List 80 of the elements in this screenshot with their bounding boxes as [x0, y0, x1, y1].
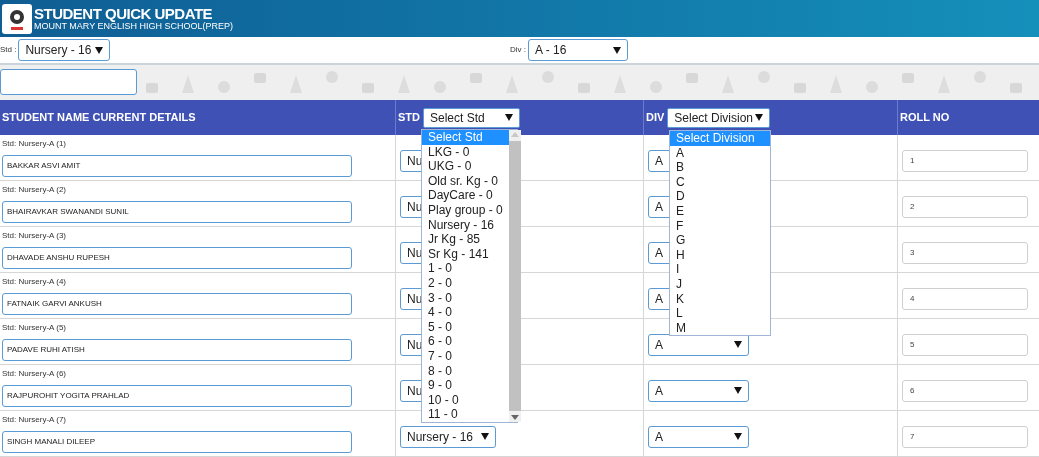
caret-icon — [505, 114, 513, 121]
roll-no-field[interactable]: 6 — [902, 379, 1028, 402]
column-header: ROLL NO — [900, 110, 950, 126]
dropdown-option[interactable]: 7 - 0 — [422, 348, 509, 364]
roll-no-field[interactable]: 1 — [902, 149, 1028, 172]
dropdown-option[interactable]: 5 - 0 — [422, 319, 509, 335]
student-details: Std: Nursery-A (1) — [2, 139, 67, 149]
dropdown-option[interactable]: 6 - 0 — [422, 334, 509, 349]
caret-icon — [95, 46, 104, 54]
roll-no-field[interactable]: 5 — [902, 333, 1028, 356]
caret-icon — [734, 433, 742, 440]
dropdown-option[interactable]: Nursery - 16 — [422, 217, 509, 233]
school-logo-icon — [2, 3, 32, 34]
roll-no-field[interactable]: 2 — [902, 195, 1028, 218]
dropdown-option[interactable]: UKG - 0 — [422, 159, 509, 174]
student-name-field[interactable]: BAKKAR ASVI AMIT — [2, 155, 352, 177]
filter-label: Div : — [510, 44, 526, 56]
dropdown-option[interactable]: K — [670, 291, 770, 307]
search-field[interactable] — [0, 69, 137, 95]
student-details: Std: Nursery-A (3) — [2, 231, 67, 241]
student-details: Std: Nursery-A (5) — [2, 323, 67, 333]
student-name-field[interactable]: SINGH MANALI DILEEP — [2, 431, 352, 453]
column-header: DIV — [646, 110, 665, 126]
dropdown-option[interactable]: Play group - 0 — [422, 202, 509, 218]
dropdown-option[interactable]: 11 - 0 — [422, 407, 509, 422]
roll-no-field[interactable]: 3 — [902, 241, 1028, 264]
student-details: Std: Nursery-A (6) — [2, 369, 67, 379]
filter-select[interactable]: A - 16 — [528, 39, 628, 61]
student-name-field[interactable]: RAJPUROHIT YOGITA PRAHLAD — [2, 385, 352, 407]
dropdown-option[interactable]: G — [670, 233, 770, 248]
filter-label: Std : — [0, 44, 17, 56]
div-select[interactable]: A — [648, 425, 749, 448]
page-title: STUDENT QUICK UPDATE — [34, 6, 214, 21]
roll-no-field[interactable]: 7 — [902, 425, 1028, 448]
dropdown-option[interactable]: F — [670, 218, 770, 234]
student-name-field[interactable]: BHAIRAVKAR SWANANDI SUNIL — [2, 201, 352, 223]
dropdown-option[interactable]: DayCare - 0 — [422, 188, 509, 203]
scrollbar[interactable] — [508, 130, 521, 422]
dropdown-option[interactable]: I — [670, 262, 770, 277]
student-details: Std: Nursery-A (4) — [2, 277, 67, 287]
caret-icon — [481, 433, 489, 440]
dropdown-option[interactable]: H — [670, 247, 770, 263]
dropdown-option[interactable]: D — [670, 189, 770, 204]
dropdown-option[interactable]: Jr Kg - 85 — [422, 232, 509, 247]
school-name: MOUNT MARY ENGLISH HIGH SCHOOL(PREP) — [34, 22, 234, 31]
dropdown-option[interactable]: 8 - 0 — [422, 363, 509, 379]
caret-icon — [734, 341, 742, 348]
dropdown-option[interactable]: Old sr. Kg - 0 — [422, 173, 509, 189]
caret-icon — [734, 387, 742, 394]
dropdown-option[interactable]: 2 - 0 — [422, 275, 509, 291]
dropdown-option[interactable]: M — [670, 320, 770, 336]
student-name-field[interactable]: FATNAIK GARVI ANKUSH — [2, 293, 352, 315]
dropdown-option[interactable]: 1 - 0 — [422, 261, 509, 276]
column-select[interactable]: Select Std — [423, 107, 520, 128]
dropdown-option[interactable]: 4 - 0 — [422, 305, 509, 320]
dropdown-option[interactable]: 10 - 0 — [422, 392, 509, 408]
column-header: STD — [398, 110, 420, 126]
column-header: STUDENT NAME CURRENT DETAILS — [2, 110, 196, 126]
dropdown-option[interactable]: J — [670, 276, 770, 292]
dropdown-option[interactable]: E — [670, 203, 770, 219]
dropdown-option[interactable]: A — [670, 145, 770, 161]
std-select[interactable]: Nursery - 16 — [400, 425, 496, 448]
student-details: Std: Nursery-A (2) — [2, 185, 67, 195]
dropdown-option[interactable]: LKG - 0 — [422, 144, 509, 160]
dropdown-option[interactable]: B — [670, 160, 770, 175]
student-name-field[interactable]: DHAVADE ANSHU RUPESH — [2, 247, 352, 269]
filter-select[interactable]: Nursery - 16 — [18, 39, 111, 61]
caret-icon — [613, 46, 621, 54]
dropdown-option[interactable]: C — [670, 174, 770, 190]
dropdown-option[interactable]: L — [670, 306, 770, 321]
dropdown-option[interactable]: 3 - 0 — [422, 290, 509, 306]
scroll-down-icon[interactable] — [510, 414, 519, 420]
student-details: Std: Nursery-A (7) — [2, 415, 67, 425]
div-select[interactable]: A — [648, 379, 749, 402]
dropdown-option[interactable]: Sr Kg - 141 — [422, 246, 509, 262]
dropdown-option[interactable]: 9 - 0 — [422, 378, 509, 393]
student-name-field[interactable]: PADAVE RUHI ATISH — [2, 339, 352, 361]
caret-icon — [755, 114, 764, 121]
roll-no-field[interactable]: 4 — [902, 287, 1028, 310]
column-select[interactable]: Select Division — [667, 107, 771, 128]
